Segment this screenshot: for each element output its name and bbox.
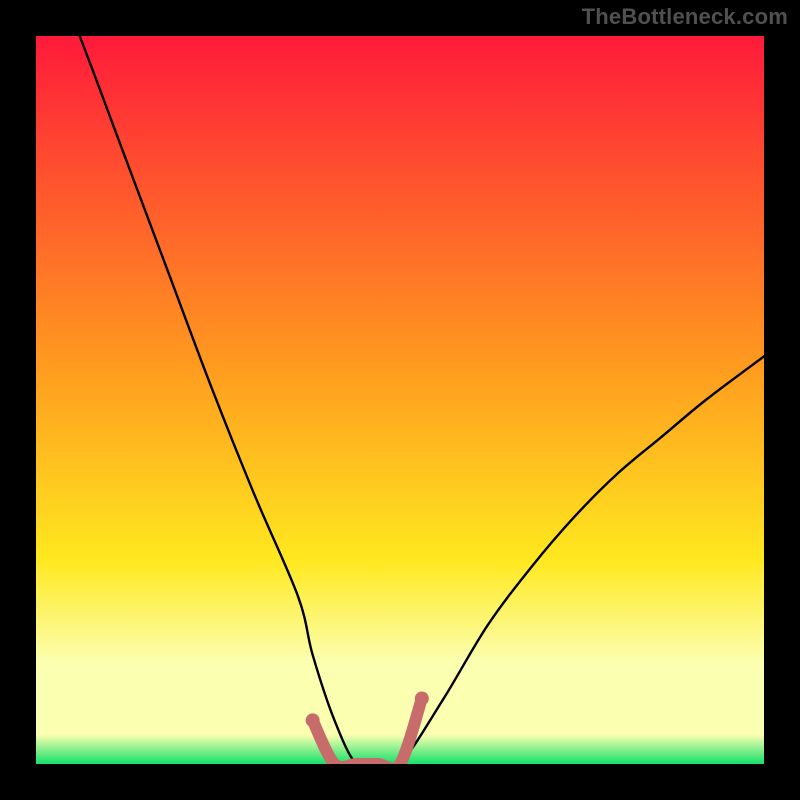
chart-frame: TheBottleneck.com	[0, 0, 800, 800]
accent-dot-left	[306, 713, 320, 727]
plot-area	[36, 36, 764, 764]
gradient-background	[36, 36, 764, 764]
watermark-text: TheBottleneck.com	[582, 4, 788, 30]
chart-svg	[36, 36, 764, 764]
accent-dot-right	[415, 691, 429, 705]
